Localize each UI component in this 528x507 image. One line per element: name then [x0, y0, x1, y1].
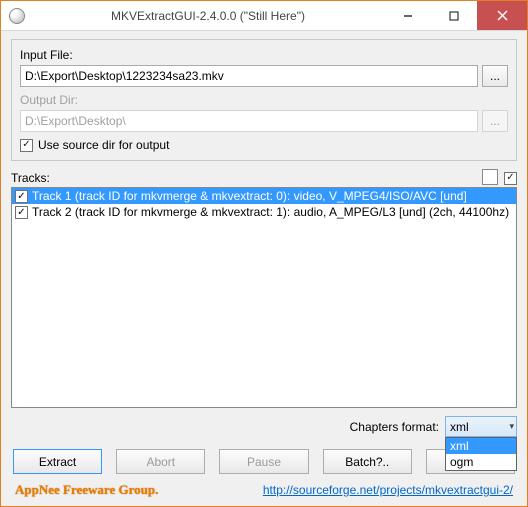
input-file-label: Input File:	[20, 48, 508, 62]
app-window: MKVExtractGUI-2.4.0.0 ("Still Here") Inp…	[0, 0, 528, 507]
app-icon	[9, 8, 25, 24]
use-source-label: Use source dir for output	[38, 138, 169, 152]
output-browse-button: ...	[482, 110, 508, 132]
close-button[interactable]	[477, 1, 527, 30]
titlebar: MKVExtractGUI-2.4.0.0 ("Still Here")	[1, 1, 527, 31]
footer: AppNee Freeware Group. http://sourceforg…	[11, 482, 517, 500]
output-dir-field	[20, 110, 478, 132]
chapters-label: Chapters format:	[350, 420, 439, 434]
extract-button[interactable]: Extract	[13, 449, 102, 474]
tracks-list[interactable]: ✓ Track 1 (track ID for mkvmerge & mkvex…	[11, 187, 517, 408]
track-checkbox[interactable]: ✓	[15, 190, 28, 203]
abort-button: Abort	[116, 449, 205, 474]
select-all-checkbox[interactable]: ✓	[504, 172, 517, 185]
chapters-option-ogm[interactable]: ogm	[446, 454, 516, 470]
batch-button[interactable]: Batch?..	[323, 449, 412, 474]
input-browse-button[interactable]: ...	[482, 65, 508, 87]
chapters-selected: xml	[450, 420, 469, 434]
io-group: Input File: ... Output Dir: ... ✓ Use so…	[11, 39, 517, 161]
input-file-field[interactable]	[20, 65, 478, 87]
track-text: Track 1 (track ID for mkvmerge & mkvextr…	[32, 189, 467, 203]
window-title: MKVExtractGUI-2.4.0.0 ("Still Here")	[31, 9, 385, 23]
window-controls	[385, 1, 527, 30]
button-row: Extract Abort Pause Batch?.. About...	[11, 449, 517, 474]
pause-button: Pause	[219, 449, 308, 474]
project-link[interactable]: http://sourceforge.net/projects/mkvextra…	[263, 483, 513, 497]
track-row[interactable]: ✓ Track 1 (track ID for mkvmerge & mkvex…	[12, 188, 516, 204]
chapters-row: Chapters format: xml ▾ xml ogm	[11, 416, 517, 437]
track-checkbox[interactable]: ✓	[15, 206, 28, 219]
minimize-button[interactable]	[385, 1, 431, 30]
track-row[interactable]: ✓ Track 2 (track ID for mkvmerge & mkvex…	[12, 204, 516, 220]
chevron-down-icon: ▾	[509, 421, 514, 432]
chapters-option-xml[interactable]: xml	[446, 438, 516, 454]
maximize-button[interactable]	[431, 1, 477, 30]
content-area: Input File: ... Output Dir: ... ✓ Use so…	[1, 31, 527, 506]
chapters-dropdown[interactable]: xml ogm	[445, 437, 517, 471]
use-source-checkbox[interactable]: ✓	[20, 139, 33, 152]
tracks-header: Tracks: ✓	[11, 171, 517, 185]
output-dir-label: Output Dir:	[20, 93, 508, 107]
copy-icon[interactable]	[484, 171, 498, 185]
track-text: Track 2 (track ID for mkvmerge & mkvextr…	[32, 205, 509, 219]
brand-text: AppNee Freeware Group.	[15, 482, 158, 498]
chapters-format-select[interactable]: xml ▾	[445, 416, 517, 437]
tracks-label: Tracks:	[11, 171, 50, 185]
